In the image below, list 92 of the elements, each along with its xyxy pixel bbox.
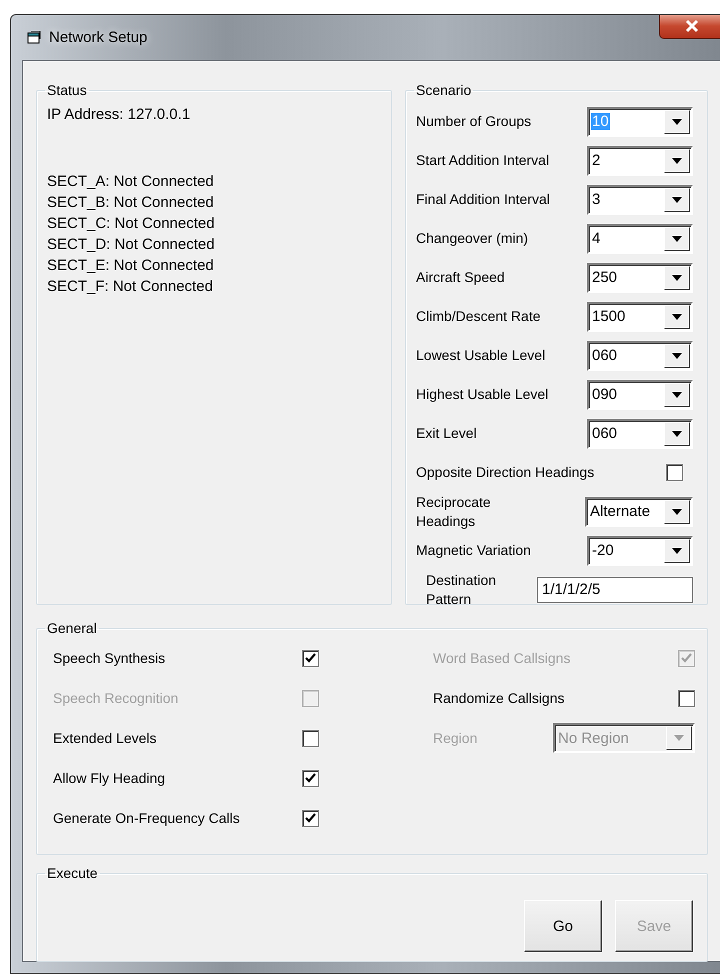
field-label: Magnetic Variation xyxy=(416,541,531,560)
dropdown-button[interactable] xyxy=(664,304,690,328)
dropdown-value: Alternate xyxy=(589,503,652,520)
dropdown[interactable]: 250 xyxy=(587,262,693,292)
sector-status: SECT_A: Not Connected xyxy=(47,172,215,192)
option-label: Generate On-Frequency Calls xyxy=(53,810,240,826)
checkbox[interactable] xyxy=(302,650,319,666)
field-label: Start Addition Interval xyxy=(416,151,550,170)
action-button[interactable]: Go xyxy=(524,900,602,952)
option-label: Randomize Callsigns xyxy=(433,690,565,706)
dropdown-value: 090 xyxy=(591,386,618,403)
dropdown[interactable]: 1500 xyxy=(587,302,693,332)
dropdown-value: 10 xyxy=(591,113,610,130)
caret-icon xyxy=(672,158,682,164)
dropdown-value: No Region xyxy=(557,730,630,746)
dropdown[interactable]: Alternate xyxy=(585,496,693,526)
caret-icon xyxy=(672,430,682,436)
dropdown-button[interactable] xyxy=(664,344,690,368)
caret-icon xyxy=(672,352,682,358)
checkbox[interactable] xyxy=(302,770,319,786)
group-title: Status xyxy=(46,82,88,98)
group-title: Scenario xyxy=(415,82,472,98)
field-label: Final Addition Interval xyxy=(416,190,550,209)
caret-icon xyxy=(672,548,682,554)
caret-icon xyxy=(672,196,682,202)
sector-status: SECT_C: Not Connected xyxy=(47,214,216,234)
dropdown-value: 3 xyxy=(591,191,602,208)
option-label: Allow Fly Heading xyxy=(53,770,166,786)
option-label: Extended Levels xyxy=(53,730,157,746)
sector-status: SECT_D: Not Connected xyxy=(47,235,216,255)
dropdown[interactable]: 4 xyxy=(587,224,693,254)
dropdown-value: 2 xyxy=(591,152,602,169)
check-icon xyxy=(681,653,692,663)
field-label: Destination Pattern xyxy=(425,570,498,608)
field-label: Climb/Descent Rate xyxy=(416,307,540,326)
dropdown-button[interactable] xyxy=(664,110,690,134)
dropdown-button[interactable] xyxy=(664,422,690,446)
check-icon xyxy=(305,813,316,823)
option-label: Speech Recognition xyxy=(53,690,178,706)
dropdown-value: 250 xyxy=(591,269,618,286)
dropdown-button[interactable] xyxy=(664,500,690,524)
caret-icon xyxy=(672,508,682,514)
window-app-icon xyxy=(27,31,41,44)
caret-icon xyxy=(672,118,682,124)
dropdown[interactable]: 060 xyxy=(587,418,693,448)
dropdown[interactable]: -20 xyxy=(587,536,693,566)
option-label: Speech Synthesis xyxy=(53,650,166,666)
dropdown-button[interactable] xyxy=(664,382,690,406)
text-field[interactable]: 1/1/1/2/5 xyxy=(537,576,693,602)
field-label: Lowest Usable Level xyxy=(416,346,546,365)
field-label: Reciprocate Headings xyxy=(416,492,492,530)
dropdown-button[interactable] xyxy=(664,148,690,172)
dropdown-button[interactable] xyxy=(664,538,690,562)
close-icon[interactable] xyxy=(659,15,720,39)
checkbox[interactable] xyxy=(302,730,319,746)
field-label: Highest Usable Level xyxy=(416,385,548,404)
field-label: Opposite Direction Headings xyxy=(416,463,594,482)
dropdown-value: 4 xyxy=(591,230,602,247)
field-label: Number of Groups xyxy=(416,112,532,131)
checkbox[interactable] xyxy=(678,690,695,706)
dropdown-value: 060 xyxy=(591,425,618,442)
option-label: Region xyxy=(433,730,478,746)
dropdown[interactable]: 060 xyxy=(587,340,693,370)
sector-status: SECT_B: Not Connected xyxy=(47,193,215,213)
option-label: Word Based Callsigns xyxy=(433,650,570,666)
group-title: Execute xyxy=(46,865,99,881)
field-label: Aircraft Speed xyxy=(416,268,505,287)
check-icon xyxy=(305,653,316,663)
window-title: Network Setup xyxy=(49,29,148,46)
caret-icon xyxy=(672,314,682,320)
sector-status: SECT_E: Not Connected xyxy=(47,256,215,276)
dropdown[interactable]: 090 xyxy=(587,380,693,410)
caret-icon xyxy=(674,735,684,741)
checkbox[interactable] xyxy=(302,810,319,826)
group-title: General xyxy=(46,620,98,636)
caret-icon xyxy=(672,274,682,280)
dropdown-button[interactable] xyxy=(664,266,690,290)
field-label: Changeover (min) xyxy=(416,229,528,248)
dropdown[interactable]: 2 xyxy=(587,146,693,176)
field-label: Exit Level xyxy=(416,424,477,443)
dropdown-button[interactable] xyxy=(664,226,690,250)
ip-address-text: IP Address: 127.0.0.1 xyxy=(47,105,192,125)
dropdown-button[interactable] xyxy=(664,188,690,212)
dropdown[interactable]: 3 xyxy=(587,184,693,214)
caret-icon xyxy=(672,236,682,242)
dropdown-value: 060 xyxy=(591,347,618,364)
check-icon xyxy=(305,773,316,783)
sector-status: SECT_F: Not Connected xyxy=(47,277,214,297)
caret-icon xyxy=(672,392,682,398)
checkbox[interactable] xyxy=(666,464,683,481)
dropdown-value: -20 xyxy=(591,542,615,559)
dropdown-value: 1500 xyxy=(591,308,626,325)
